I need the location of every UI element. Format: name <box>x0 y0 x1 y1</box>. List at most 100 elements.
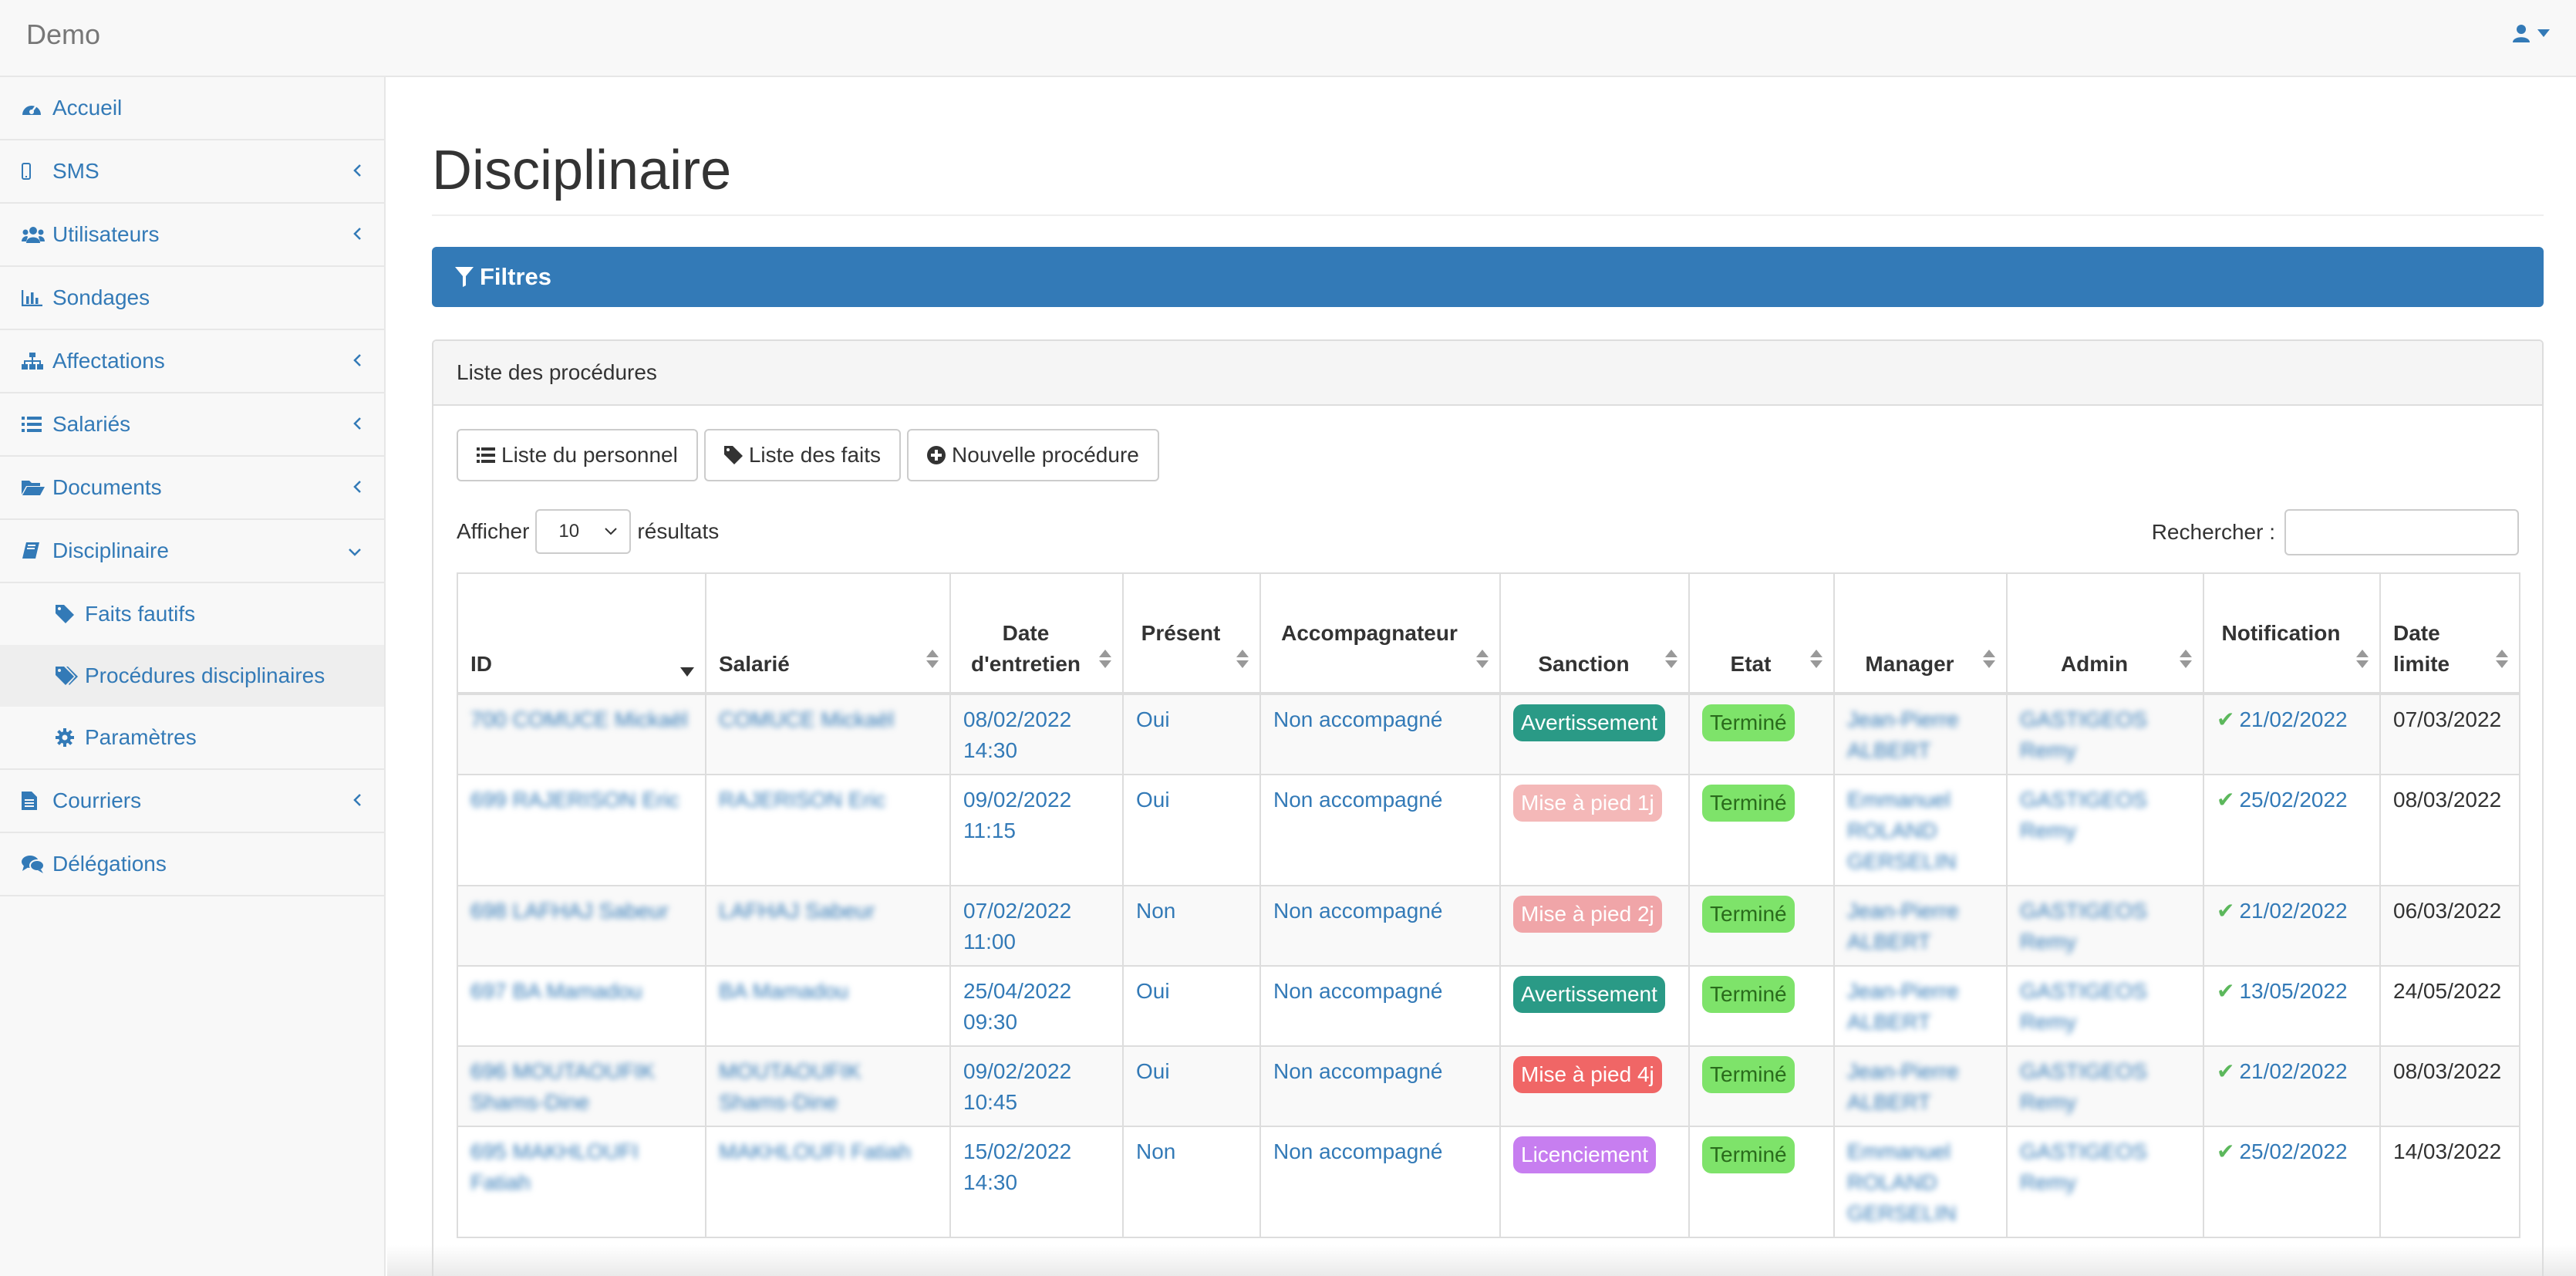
sidebar-subitem-0[interactable]: Faits fautifs <box>0 583 384 645</box>
mobile-icon <box>22 163 48 180</box>
procedure-id-link[interactable]: 699 RAJERISON Eric <box>470 788 679 812</box>
date-entretien: 09/02/2022 <box>963 1059 1072 1083</box>
cell-salarie[interactable]: MAKHLOUFI Fatiah <box>705 1126 951 1238</box>
cell-id[interactable]: 696 MOUTAOUFIK Shams-Dine <box>457 1045 706 1127</box>
brand[interactable]: Demo <box>26 19 100 51</box>
procedure-id-link[interactable]: 697 BA Mamadou <box>470 979 642 1003</box>
procedure-id-link[interactable]: 698 LAFHAJ Sabeur <box>470 899 669 923</box>
sidebar-item-disciplinaire[interactable]: Disciplinaire <box>0 520 384 583</box>
date-limite: 14/03/2022 <box>2393 1139 2502 1163</box>
cell-notification: ✔ 25/02/2022 <box>2203 774 2381 886</box>
procedure-id-link[interactable]: 700 COMUCE Mickaël <box>470 707 688 731</box>
status-badge: Terminé <box>1702 896 1795 933</box>
sort-icon <box>2356 646 2369 677</box>
filters-panel-toggle[interactable]: Filtres <box>432 247 2544 307</box>
sidebar-item-sms[interactable]: SMS <box>0 140 384 204</box>
cell-accompagnateur: Non accompagné <box>1259 693 1501 775</box>
sidebar-item-sondages[interactable]: Sondages <box>0 267 384 330</box>
col-date-entretien[interactable]: Date d'entretien <box>949 572 1124 695</box>
cell-salarie[interactable]: RAJERISON Eric <box>705 774 951 886</box>
col-manager[interactable]: Manager <box>1833 572 2008 695</box>
search-input[interactable] <box>2284 509 2519 555</box>
sidebar-subitem-2[interactable]: Paramètres <box>0 707 384 768</box>
salarie-link[interactable]: LAFHAJ Sabeur <box>719 899 875 923</box>
cell-id[interactable]: 699 RAJERISON Eric <box>457 774 706 886</box>
col-date-entretien-label: Date d'entretien <box>970 621 1081 676</box>
user-menu[interactable] <box>2511 23 2550 43</box>
salarie-link[interactable]: COMUCE Mickaël <box>719 707 894 731</box>
col-date-limite[interactable]: Date limite <box>2379 572 2520 695</box>
accompagnateur-value: Non accompagné <box>1273 1139 1443 1163</box>
cell-admin: GASTIGEOS Remy <box>2006 693 2204 775</box>
date-limite: 08/03/2022 <box>2393 788 2502 812</box>
cell-present: Oui <box>1122 774 1261 886</box>
salarie-link[interactable]: MOUTAOUFIK Shams-Dine <box>719 1059 861 1114</box>
status-badge: Terminé <box>1702 1056 1795 1093</box>
sidebar-item-salaries[interactable]: Salariés <box>0 393 384 457</box>
sidebar-item-accueil[interactable]: Accueil <box>0 77 384 140</box>
col-salarie[interactable]: Salarié <box>705 572 951 695</box>
sidebar-item-affectations[interactable]: Affectations <box>0 330 384 393</box>
cell-salarie[interactable]: BA Mamadou <box>705 965 951 1047</box>
cell-date-limite: 06/03/2022 <box>2379 885 2520 967</box>
list-personnel-label: Liste du personnel <box>501 443 678 467</box>
check-icon: ✔ <box>2217 979 2235 1003</box>
salarie-link[interactable]: MAKHLOUFI Fatiah <box>719 1139 911 1163</box>
col-etat[interactable]: Etat <box>1688 572 1835 695</box>
manager-name: Emmanuel ROLAND GERSELIN <box>1847 788 1957 873</box>
table-row[interactable]: 697 BA Mamadou BA Mamadou 25/04/2022 09:30 O… <box>457 965 2520 1047</box>
accompagnateur-value: Non accompagné <box>1273 707 1443 731</box>
cell-salarie[interactable]: LAFHAJ Sabeur <box>705 885 951 967</box>
sidebar-subitem-1[interactable]: Procédures disciplinaires <box>0 645 384 707</box>
list-personnel-button[interactable]: Liste du personnel <box>457 429 698 481</box>
col-accompagnateur[interactable]: Accompagnateur <box>1259 572 1501 695</box>
sidebar-item-courriers[interactable]: Courriers <box>0 770 384 833</box>
cell-id[interactable]: 695 MAKHLOUFI Fatiah <box>457 1126 706 1238</box>
cell-sanction: Mise à pied 4j <box>1499 1045 1690 1127</box>
col-notification[interactable]: Notification <box>2203 572 2381 695</box>
col-sanction[interactable]: Sanction <box>1499 572 1690 695</box>
bottom-shadow <box>387 1245 2576 1276</box>
cell-notification: ✔ 13/05/2022 <box>2203 965 2381 1047</box>
cell-notification: ✔ 25/02/2022 <box>2203 1126 2381 1238</box>
col-present[interactable]: Présent <box>1122 572 1261 695</box>
check-icon: ✔ <box>2217 899 2235 923</box>
cell-id[interactable]: 700 COMUCE Mickaël <box>457 693 706 775</box>
sort-icon <box>2496 646 2508 677</box>
salarie-link[interactable]: RAJERISON Eric <box>719 788 885 812</box>
cell-notification: ✔ 21/02/2022 <box>2203 1045 2381 1127</box>
cell-id[interactable]: 697 BA Mamadou <box>457 965 706 1047</box>
sitemap-icon <box>22 353 48 370</box>
sidebar-item-documents[interactable]: Documents <box>0 457 384 520</box>
tag-icon <box>723 446 743 464</box>
page-length-select[interactable]: 10 <box>535 509 632 554</box>
table-row[interactable]: 698 LAFHAJ Sabeur LAFHAJ Sabeur 07/02/2022… <box>457 885 2520 967</box>
sanction-badge: Avertissement <box>1513 976 1665 1013</box>
cell-sanction: Avertissement <box>1499 965 1690 1047</box>
table-row[interactable]: 699 RAJERISON Eric RAJERISON Eric 09/02/20… <box>457 774 2520 886</box>
sidebar-item-utilisateurs[interactable]: Utilisateurs <box>0 204 384 267</box>
date-limite: 07/03/2022 <box>2393 707 2502 731</box>
list-faits-button[interactable]: Liste des faits <box>703 429 902 481</box>
table-row[interactable]: 695 MAKHLOUFI Fatiah MAKHLOUFI Fatiah 15/0… <box>457 1126 2520 1238</box>
col-salarie-label: Salarié <box>719 652 790 676</box>
book-icon <box>22 542 48 560</box>
table-row[interactable]: 700 COMUCE Mickaël COMUCE Mickaël 08/02/20… <box>457 693 2520 775</box>
cell-present: Oui <box>1122 965 1261 1047</box>
procedure-id-link[interactable]: 696 MOUTAOUFIK Shams-Dine <box>470 1059 655 1114</box>
table-row[interactable]: 696 MOUTAOUFIK Shams-Dine MOUTAOUFIK Sham… <box>457 1045 2520 1127</box>
cell-salarie[interactable]: COMUCE Mickaël <box>705 693 951 775</box>
present-value: Oui <box>1136 707 1170 731</box>
present-value: Oui <box>1136 788 1170 812</box>
date-entretien: 08/02/2022 <box>963 707 1072 731</box>
sidebar-item-delegations[interactable]: Délégations <box>0 833 384 896</box>
time-entretien: 11:15 <box>963 819 1016 842</box>
cell-etat: Terminé <box>1688 693 1835 775</box>
new-procedure-button[interactable]: Nouvelle procédure <box>907 429 1159 481</box>
cell-salarie[interactable]: MOUTAOUFIK Shams-Dine <box>705 1045 951 1127</box>
salarie-link[interactable]: BA Mamadou <box>719 979 848 1003</box>
col-id[interactable]: ID <box>457 572 706 695</box>
cell-id[interactable]: 698 LAFHAJ Sabeur <box>457 885 706 967</box>
procedure-id-link[interactable]: 695 MAKHLOUFI Fatiah <box>470 1139 639 1194</box>
col-admin[interactable]: Admin <box>2006 572 2204 695</box>
